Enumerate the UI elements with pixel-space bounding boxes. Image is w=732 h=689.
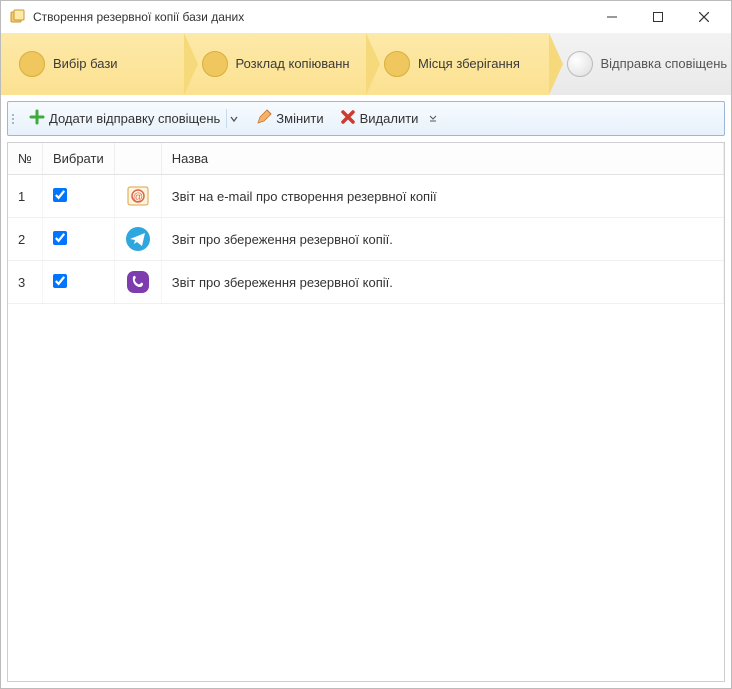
cell-number: 1 [8, 175, 42, 218]
step-dot-icon [384, 51, 410, 77]
cell-select [42, 261, 114, 304]
toolbar: Додати відправку сповіщень Змінити Видал… [7, 101, 725, 136]
app-window: Створення резервної копії бази даних Виб… [0, 0, 732, 689]
step-select-db[interactable]: Вибір бази [1, 33, 184, 95]
minimize-button[interactable] [589, 2, 635, 32]
step-dot-icon [202, 51, 228, 77]
notifications-table: № Вибрати Назва 1 @ Звіт на e-mail про с… [8, 143, 724, 304]
add-notification-button[interactable]: Додати відправку сповіщень [22, 105, 247, 132]
email-icon: @ [125, 183, 151, 209]
table-row[interactable]: 1 @ Звіт на e-mail про створення резервн… [8, 175, 724, 218]
cell-icon [114, 261, 161, 304]
step-dot-icon [567, 51, 593, 77]
step-schedule[interactable]: Розклад копіюванн [184, 33, 367, 95]
wizard-steps: Вибір бази Розклад копіюванн Місця збері… [1, 33, 731, 95]
header-name[interactable]: Назва [161, 143, 723, 175]
delete-button[interactable]: Видалити [333, 105, 426, 132]
telegram-icon [125, 226, 151, 252]
step-label: Відправка сповіщень [601, 56, 728, 72]
table-row[interactable]: 2 Звіт про збереження резервної копії. [8, 218, 724, 261]
step-label: Вибір бази [53, 56, 118, 72]
plus-icon [29, 109, 45, 128]
delete-label: Видалити [360, 111, 419, 126]
notifications-table-container: № Вибрати Назва 1 @ Звіт на e-mail про с… [7, 142, 725, 682]
toolbar-container: Додати відправку сповіщень Змінити Видал… [1, 95, 731, 142]
cell-icon [114, 218, 161, 261]
chevron-down-icon[interactable] [226, 109, 240, 128]
delete-icon [340, 109, 356, 128]
toolbar-grip-icon[interactable] [12, 105, 18, 132]
step-label: Місця зберігання [418, 56, 520, 72]
viber-icon [125, 269, 151, 295]
row-checkbox[interactable] [53, 231, 67, 245]
close-button[interactable] [681, 2, 727, 32]
cell-icon: @ [114, 175, 161, 218]
header-number[interactable]: № [8, 143, 42, 175]
step-dot-icon [19, 51, 45, 77]
header-select[interactable]: Вибрати [42, 143, 114, 175]
row-checkbox[interactable] [53, 188, 67, 202]
header-icon[interactable] [114, 143, 161, 175]
cell-name: Звіт на e-mail про створення резервної к… [161, 175, 723, 218]
app-icon [9, 8, 27, 26]
cell-select [42, 218, 114, 261]
step-notifications[interactable]: Відправка сповіщень [549, 33, 732, 95]
edit-label: Змінити [276, 111, 323, 126]
window-title: Створення резервної копії бази даних [33, 10, 589, 24]
svg-text:@: @ [133, 192, 143, 203]
cell-number: 3 [8, 261, 42, 304]
maximize-button[interactable] [635, 2, 681, 32]
cell-name: Звіт про збереження резервної копії. [161, 218, 723, 261]
step-label: Розклад копіюванн [236, 56, 350, 72]
pencil-icon [256, 109, 272, 128]
step-storage[interactable]: Місця зберігання [366, 33, 549, 95]
cell-select [42, 175, 114, 218]
titlebar: Створення резервної копії бази даних [1, 1, 731, 33]
cell-number: 2 [8, 218, 42, 261]
cell-name: Звіт про збереження резервної копії. [161, 261, 723, 304]
edit-button[interactable]: Змінити [249, 105, 330, 132]
add-notification-label: Додати відправку сповіщень [49, 111, 220, 126]
table-row[interactable]: 3 Звіт про збереження резервної копії. [8, 261, 724, 304]
toolbar-overflow-icon[interactable] [427, 113, 439, 125]
row-checkbox[interactable] [53, 274, 67, 288]
